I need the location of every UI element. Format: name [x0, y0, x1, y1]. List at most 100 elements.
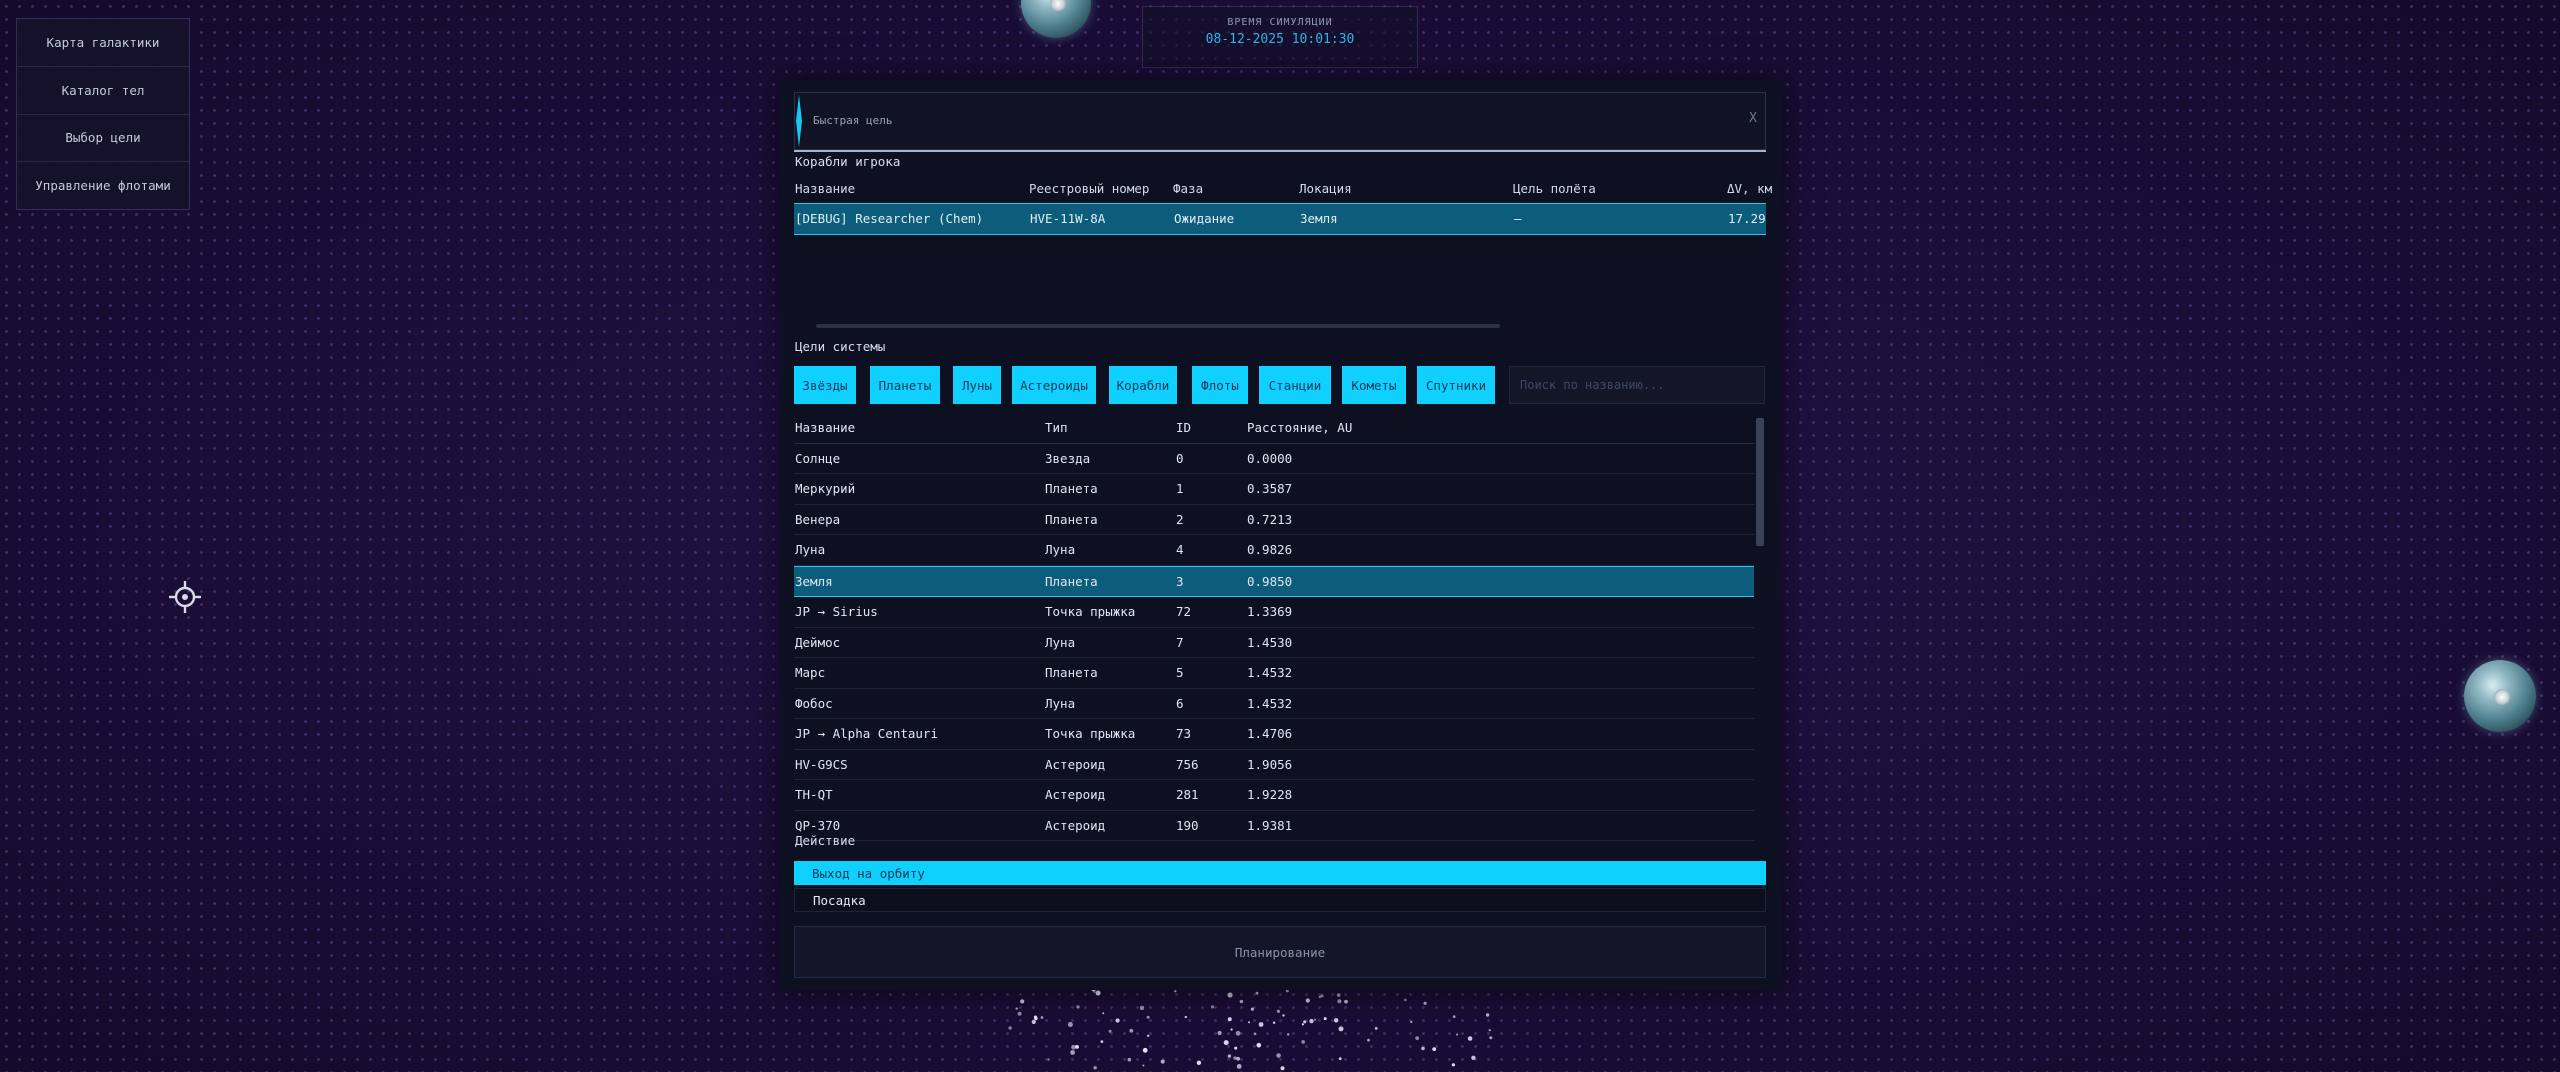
target-name: Меркурий	[795, 481, 856, 496]
target-name: Солнце	[795, 450, 841, 466]
target-distance: 1.4532	[1247, 695, 1293, 711]
action-orbit-button[interactable]: Выход на орбиту	[794, 861, 1766, 885]
asteroid-dot	[1160, 1059, 1165, 1064]
target-type: Планета	[1045, 481, 1098, 496]
search-input[interactable]	[1509, 366, 1765, 404]
ships-col-target: Цель полёта	[1513, 181, 1596, 196]
action-landing-button[interactable]: Посадка	[794, 888, 1766, 912]
filter-fleets-button[interactable]: Флоты	[1192, 366, 1248, 404]
ship-location: Земля	[1300, 211, 1338, 226]
asteroid-dot	[1334, 1018, 1339, 1023]
sim-time-value: 08-12-2025 10:01:30	[1205, 32, 1355, 47]
asteroid-dot	[1139, 1005, 1145, 1011]
modal-header: Быстрая цель X	[794, 92, 1766, 150]
asteroid-dot	[1255, 991, 1259, 995]
planning-button[interactable]: Планирование	[794, 926, 1766, 978]
table-row[interactable]: Земля Планета 3 0.9850	[794, 565, 1754, 597]
target-distance: 1.3369	[1247, 604, 1293, 619]
asteroid-dot	[1282, 1014, 1285, 1017]
asteroid-dot	[1093, 1066, 1097, 1070]
side-item-target-select[interactable]: Выбор цели	[17, 115, 189, 163]
asteroid-dot	[1233, 1056, 1237, 1060]
asteroid-dot	[1276, 1053, 1281, 1058]
asteroid-dot	[1374, 1027, 1378, 1030]
side-item-galaxy-map[interactable]: Карта галактики	[17, 19, 189, 67]
target-id: 6	[1176, 695, 1184, 711]
asteroid-dot	[1305, 998, 1310, 1003]
target-type: Планета	[1045, 511, 1098, 527]
filter-comets-button[interactable]: Кометы	[1342, 366, 1406, 404]
asteroid-dot	[1020, 999, 1025, 1004]
targets-col-type: Тип	[1045, 420, 1068, 435]
ships-col-phase: Фаза	[1173, 181, 1204, 196]
asteroid-dot	[1067, 1022, 1073, 1027]
asteroid-dot	[1344, 999, 1348, 1004]
close-button[interactable]: X	[1749, 111, 1757, 126]
table-row[interactable]: HV-G9CS Астероид 756 1.9056	[794, 750, 1754, 780]
table-row[interactable]: JP → Alpha Centauri Точка прыжка 73 1.4706	[794, 719, 1754, 750]
table-row[interactable]: QP-370 Астероид 190 1.9381	[794, 811, 1754, 841]
asteroid-dot	[1314, 1018, 1317, 1021]
target-distance: 1.4532	[1247, 665, 1293, 680]
crosshair-icon[interactable]	[168, 580, 202, 614]
action-section-label: Действие	[795, 833, 856, 848]
target-type: Луна	[1045, 695, 1076, 711]
asteroid-dot	[1223, 1040, 1229, 1046]
side-item-fleet-management[interactable]: Управление флотами	[17, 162, 189, 209]
table-row[interactable]: Меркурий Планета 1 0.3587	[794, 474, 1754, 505]
ship-row[interactable]: [DEBUG] Researcher (Chem) HVE-11W-8A Ожи…	[794, 203, 1766, 235]
planet-icon[interactable]	[1021, 0, 1091, 38]
table-row[interactable]: TH-QT Астероид 281 1.9228	[794, 780, 1754, 811]
target-distance: 1.9228	[1247, 787, 1293, 802]
asteroid-dot	[1174, 990, 1177, 993]
side-item-body-catalog[interactable]: Каталог тел	[17, 67, 189, 115]
planet-icon[interactable]	[2464, 660, 2536, 732]
asteroid-dot	[1301, 1023, 1304, 1026]
filter-moons-button[interactable]: Луны	[953, 366, 1001, 404]
target-name: JP → Sirius	[795, 604, 878, 619]
asteroid-dot	[1236, 1056, 1240, 1061]
targets-table: Название Тип ID Расстояние, AU Солнце Зве…	[794, 413, 1754, 841]
asteroid-dot	[1008, 1026, 1012, 1030]
filter-satellites-button[interactable]: Спутники	[1417, 366, 1495, 404]
asteroid-dot	[1272, 1021, 1276, 1024]
target-name: Деймос	[795, 634, 841, 650]
targets-col-id: ID	[1176, 420, 1192, 435]
table-row[interactable]: Луна Луна 4 0.9826	[794, 535, 1754, 566]
asteroid-dot	[1336, 993, 1341, 997]
target-id: 3	[1176, 573, 1184, 589]
asteroid-dot	[1301, 1040, 1305, 1044]
target-distance: 1.9056	[1247, 756, 1293, 772]
target-type: Астероид	[1045, 817, 1106, 833]
asteroid-dot	[1070, 1050, 1075, 1055]
asteroid-dot	[1184, 1015, 1187, 1019]
table-row[interactable]: Деймос Луна 7 1.4530	[794, 628, 1754, 658]
header-divider	[794, 150, 1766, 152]
targets-vertical-scrollbar[interactable]	[1756, 418, 1764, 546]
target-id: 7	[1176, 634, 1184, 650]
side-menu: Карта галактики Каталог тел Выбор цели У…	[16, 18, 190, 210]
target-type: Луна	[1045, 542, 1076, 557]
filter-asteroids-button[interactable]: Астероиды	[1012, 366, 1096, 404]
table-row[interactable]: Фобос Луна 6 1.4532	[794, 689, 1754, 719]
asteroid-dot	[1100, 1040, 1104, 1043]
targets-col-name: Название	[795, 420, 856, 435]
asteroid-dot	[1210, 1005, 1215, 1009]
filter-planets-button[interactable]: Планеты	[870, 366, 940, 404]
sim-time-panel: ВРЕМЯ СИМУЛЯЦИИ 08-12-2025 10:01:30	[1142, 6, 1418, 68]
table-row[interactable]: Солнце Звезда 0 0.0000	[794, 444, 1754, 474]
filter-ships-button[interactable]: Корабли	[1109, 366, 1177, 404]
filter-stations-button[interactable]: Станции	[1259, 366, 1331, 404]
ships-horizontal-scrollbar[interactable]	[816, 324, 1500, 328]
asteroid-dot	[1129, 1028, 1134, 1033]
table-row[interactable]: Венера Планета 2 0.7213	[794, 505, 1754, 535]
asteroid-dot	[1404, 998, 1407, 1002]
table-row[interactable]: JP → Sirius Точка прыжка 72 1.3369	[794, 597, 1754, 628]
asteroid-dot	[1235, 1030, 1241, 1036]
asteroid-dot	[1031, 1019, 1036, 1025]
table-row[interactable]: Марс Планета 5 1.4532	[794, 658, 1754, 689]
filter-stars-button[interactable]: Звёзды	[794, 366, 856, 404]
asteroid-dot	[1415, 1036, 1420, 1040]
target-name: Земля	[795, 573, 833, 589]
asteroid-dot	[1410, 1020, 1413, 1024]
